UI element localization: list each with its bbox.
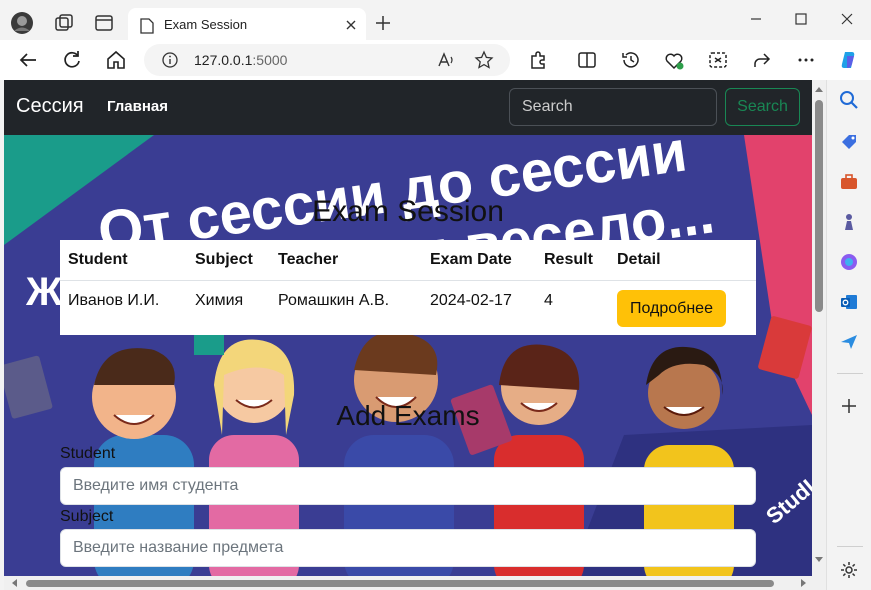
header-student: Student bbox=[68, 251, 128, 268]
games-chess-icon[interactable] bbox=[839, 212, 859, 232]
history-icon[interactable] bbox=[619, 48, 643, 72]
extensions-puzzle-icon[interactable] bbox=[526, 48, 550, 72]
more-menu-icon[interactable] bbox=[794, 48, 818, 72]
page-title: Exam Session bbox=[312, 195, 504, 228]
header-exam-date: Exam Date bbox=[430, 251, 512, 268]
copilot-icon[interactable] bbox=[837, 48, 861, 72]
cell-student: Иванов И.И. bbox=[68, 292, 160, 309]
cell-subject: Химия bbox=[195, 292, 244, 309]
detail-button[interactable]: Подробнее bbox=[617, 290, 726, 327]
student-input[interactable]: Введите имя студента bbox=[60, 467, 756, 505]
banner-side-letter: Ж bbox=[25, 270, 63, 314]
tab-exam-session[interactable]: Exam Session bbox=[128, 8, 366, 44]
student-label: Student bbox=[60, 445, 116, 462]
info-icon[interactable] bbox=[162, 52, 178, 68]
subject-label: Subject bbox=[60, 508, 114, 525]
outlook-icon[interactable] bbox=[839, 292, 859, 312]
browser-essentials-icon[interactable] bbox=[662, 48, 686, 72]
send-icon[interactable] bbox=[839, 332, 859, 352]
header-subject: Subject bbox=[195, 251, 253, 268]
browser-toolbar: 127.0.0.1:5000 bbox=[0, 40, 871, 80]
add-exams-title: Add Exams bbox=[336, 400, 480, 431]
tab-title: Exam Session bbox=[164, 17, 248, 32]
scroll-right-arrow-icon[interactable] bbox=[800, 579, 808, 587]
tab-strip: Exam Session bbox=[0, 0, 871, 44]
split-screen-icon[interactable] bbox=[575, 48, 599, 72]
close-icon[interactable] bbox=[342, 16, 360, 34]
header-result: Result bbox=[544, 251, 593, 268]
navbar-brand[interactable]: Сессия bbox=[16, 95, 84, 118]
page-icon bbox=[140, 18, 154, 34]
page-viewport: От сессии до сессии студенты весело... Ж bbox=[4, 80, 826, 590]
new-tab-icon[interactable] bbox=[372, 12, 394, 34]
table-divider bbox=[60, 280, 756, 281]
minimize-icon[interactable] bbox=[745, 8, 767, 30]
sidebar-divider bbox=[837, 373, 863, 374]
search-icon[interactable] bbox=[839, 90, 859, 110]
horizontal-scrollbar[interactable] bbox=[4, 576, 826, 590]
scroll-left-arrow-icon[interactable] bbox=[10, 579, 18, 587]
search-input[interactable]: Search bbox=[509, 88, 717, 126]
scroll-down-arrow-icon[interactable] bbox=[815, 556, 823, 564]
back-arrow-icon[interactable] bbox=[16, 48, 40, 72]
favorite-star-icon[interactable] bbox=[474, 50, 494, 70]
home-icon[interactable] bbox=[104, 48, 128, 72]
header-teacher: Teacher bbox=[278, 251, 339, 268]
exam-table: Student Subject Teacher Exam Date Result… bbox=[60, 240, 756, 335]
add-icon[interactable] bbox=[839, 396, 859, 416]
nav-link-home[interactable]: Главная bbox=[107, 98, 168, 115]
share-icon[interactable] bbox=[750, 48, 774, 72]
address-url[interactable]: 127.0.0.1:5000 bbox=[194, 52, 287, 68]
window-close-icon[interactable] bbox=[836, 8, 858, 30]
cell-teacher: Ромашкин А.В. bbox=[278, 292, 390, 309]
vertical-scroll-thumb[interactable] bbox=[815, 100, 823, 312]
shopping-tag-icon[interactable] bbox=[839, 132, 859, 152]
profile-avatar-icon[interactable] bbox=[10, 11, 34, 35]
workspaces-icon[interactable] bbox=[52, 11, 76, 35]
cell-exam-date: 2024-02-17 bbox=[430, 292, 512, 309]
site-navbar: Сессия Главная Search Search bbox=[4, 80, 812, 135]
browser-sidebar bbox=[826, 80, 871, 590]
cell-result: 4 bbox=[544, 292, 553, 309]
microsoft365-icon[interactable] bbox=[839, 252, 859, 272]
scroll-up-arrow-icon[interactable] bbox=[815, 85, 823, 93]
tab-actions-icon[interactable] bbox=[92, 11, 116, 35]
tools-briefcase-icon[interactable] bbox=[839, 172, 859, 192]
address-bar[interactable]: 127.0.0.1:5000 bbox=[144, 44, 510, 76]
read-aloud-icon[interactable] bbox=[436, 50, 456, 70]
vertical-scrollbar[interactable] bbox=[812, 80, 826, 576]
sidebar-divider bbox=[837, 546, 863, 547]
maximize-icon[interactable] bbox=[790, 8, 812, 30]
screenshot-icon[interactable] bbox=[706, 48, 730, 72]
header-detail: Detail bbox=[617, 251, 661, 268]
horizontal-scroll-thumb[interactable] bbox=[26, 580, 774, 587]
search-button[interactable]: Search bbox=[725, 88, 800, 126]
refresh-icon[interactable] bbox=[60, 48, 84, 72]
subject-input[interactable]: Введите название предмета bbox=[60, 529, 756, 567]
settings-gear-icon[interactable] bbox=[839, 560, 859, 580]
